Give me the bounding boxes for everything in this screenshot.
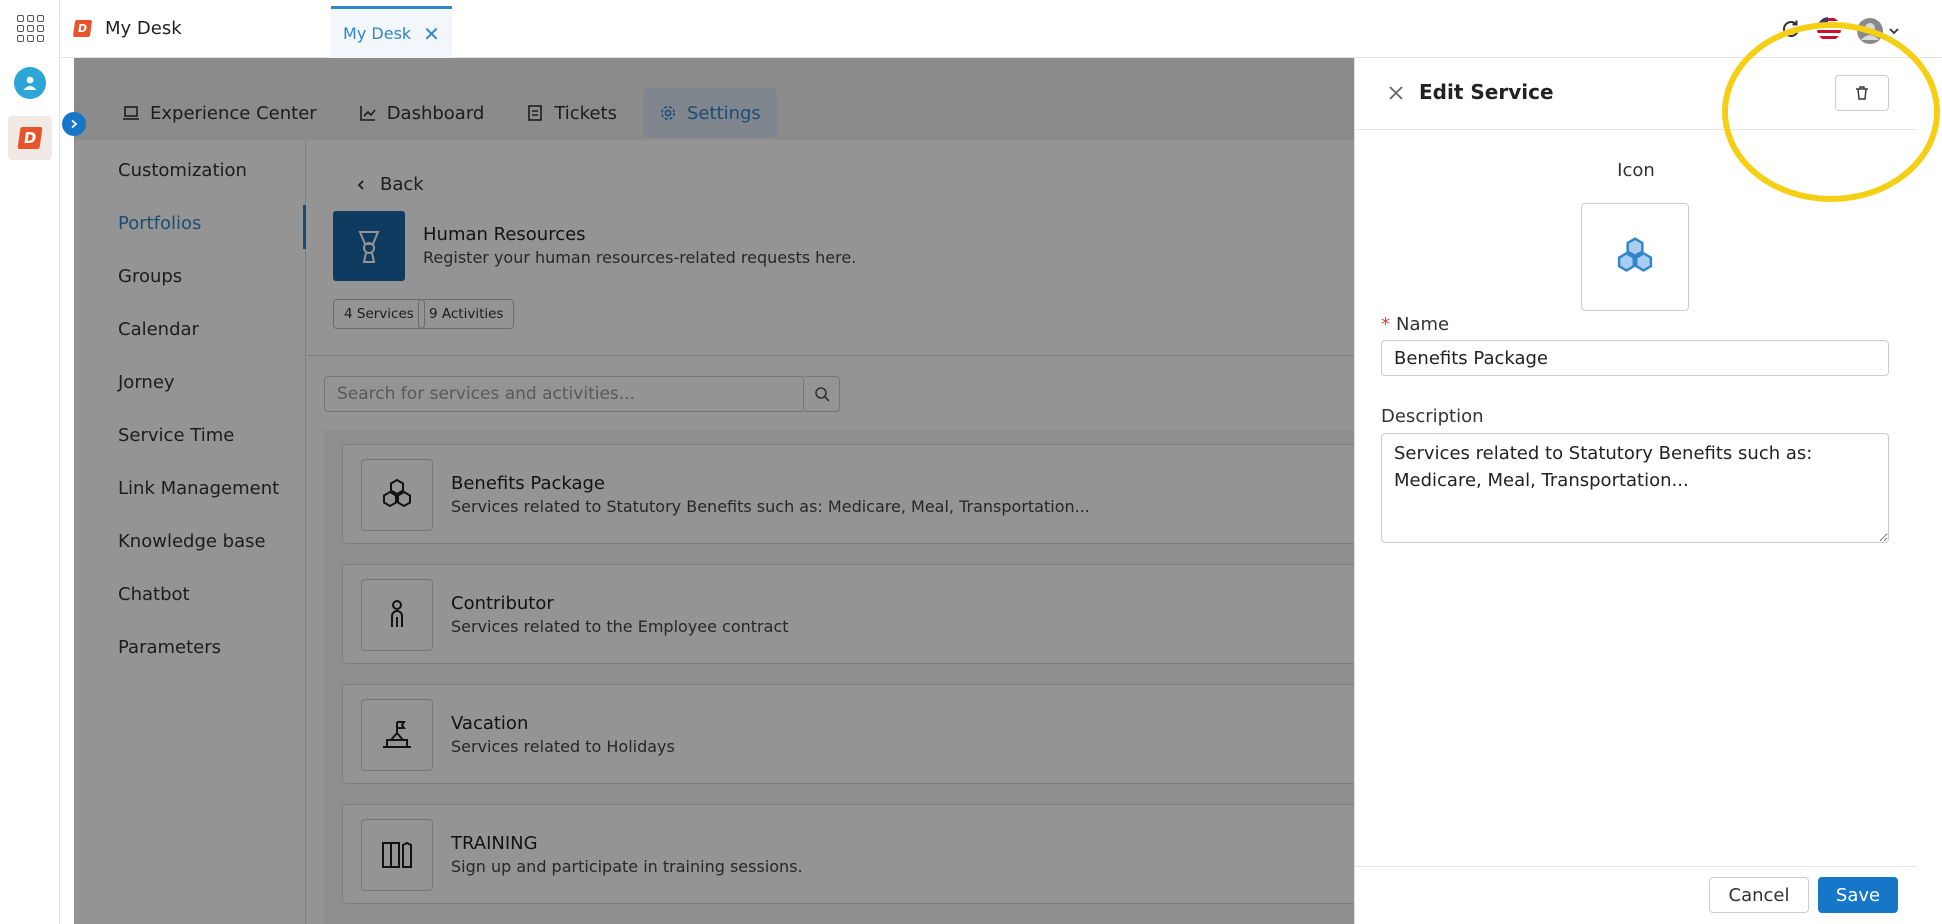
name-label-text: Name <box>1396 314 1450 335</box>
chevron-left-icon <box>357 179 364 190</box>
tab-label: My Desk <box>343 24 412 43</box>
icon-picker[interactable] <box>1581 203 1689 311</box>
edit-service-panel: Edit Service Icon * Name Description Serv… <box>1354 58 1917 924</box>
portfolio-content: Back Human Resources Register your human… <box>306 140 1354 924</box>
close-panel-button[interactable] <box>1383 80 1409 106</box>
tab-label: Tickets <box>554 102 617 124</box>
back-button[interactable]: Back <box>356 174 424 195</box>
refresh-icon[interactable] <box>1780 18 1802 44</box>
portfolio-description: Register your human resources-related re… <box>423 248 857 267</box>
apps-grid-icon[interactable] <box>10 8 50 48</box>
sidebar-item-knowledge-base[interactable]: Knowledge base <box>118 531 266 552</box>
sidebar-item-groups[interactable]: Groups <box>118 266 182 287</box>
app-title: D My Desk <box>72 18 182 39</box>
search-button[interactable] <box>804 376 840 412</box>
trash-icon <box>1856 86 1868 100</box>
beach-flag-icon <box>361 699 433 771</box>
chart-line-icon <box>359 106 376 121</box>
sidebar-item-service-time[interactable]: Service Time <box>118 425 234 446</box>
service-card-training[interactable]: TRAINING Sign up and participate in trai… <box>342 804 1354 904</box>
panel-header: Edit Service <box>1355 58 1917 130</box>
cancel-button[interactable]: Cancel <box>1709 877 1809 913</box>
service-card-contributor[interactable]: Contributor Services related to the Empl… <box>342 564 1354 664</box>
sidebar-item-link-management[interactable]: Link Management <box>118 478 279 499</box>
divider <box>306 355 1354 356</box>
portfolio-icon <box>333 211 405 281</box>
user-profile-button[interactable] <box>10 63 50 103</box>
panel-footer: Cancel Save <box>1355 866 1917 924</box>
portfolio-title: Human Resources <box>423 224 586 245</box>
person-icon <box>361 579 433 651</box>
mydesk-app-button[interactable]: D <box>8 116 52 160</box>
user-icon <box>14 67 46 99</box>
tab-my-desk[interactable]: My Desk ✕ <box>331 6 452 58</box>
account-menu[interactable] <box>1856 17 1900 45</box>
sidebar-item-portfolios[interactable]: Portfolios <box>118 213 201 234</box>
service-name: Benefits Package <box>451 473 606 494</box>
sidebar-item-jorney[interactable]: Jorney <box>118 372 175 393</box>
delete-service-button[interactable] <box>1835 75 1889 111</box>
nav-tabs: Experience Center Dashboard Tickets Sett… <box>106 88 777 138</box>
tab-settings[interactable]: Settings <box>642 88 777 138</box>
mydesk-logo-icon: D <box>17 127 43 149</box>
tab-label: Settings <box>686 102 761 124</box>
hexagons-icon <box>1617 237 1653 272</box>
tab-label: Experience Center <box>150 102 317 124</box>
search-input[interactable] <box>337 377 797 411</box>
service-card-vacation[interactable]: Vacation Services related to Holidays <box>342 684 1354 784</box>
back-label: Back <box>380 174 424 195</box>
service-description: Services related to Statutory Benefits s… <box>451 497 1090 516</box>
sidebar-item-parameters[interactable]: Parameters <box>118 637 221 658</box>
avatar <box>1857 18 1883 44</box>
chevron-right-icon <box>71 119 78 129</box>
search-box <box>324 376 804 412</box>
service-description: Services related to Holidays <box>451 737 675 756</box>
tab-tickets[interactable]: Tickets <box>510 88 633 138</box>
sidebar-item-customization[interactable]: Customization <box>118 160 247 181</box>
top-bar: D My Desk My Desk ✕ <box>60 0 1942 58</box>
settings-sidebar: Customization Portfolios Groups Calendar… <box>74 140 306 924</box>
sidebar-item-chatbot[interactable]: Chatbot <box>118 584 190 605</box>
icon-label: Icon <box>1617 160 1655 181</box>
laptop-icon <box>123 106 139 120</box>
close-icon <box>1389 86 1403 100</box>
hexagons-icon <box>361 459 433 531</box>
main-area: Experience Center Dashboard Tickets Sett… <box>74 58 1354 924</box>
panel-title: Edit Service <box>1419 80 1554 104</box>
us-flag-icon[interactable] <box>1816 16 1842 46</box>
close-tab-icon[interactable]: ✕ <box>423 24 440 44</box>
top-right-tools <box>1780 16 1900 46</box>
save-button[interactable]: Save <box>1818 877 1898 913</box>
service-name: Contributor <box>451 593 554 614</box>
service-card-benefits-package[interactable]: Benefits Package Services related to Sta… <box>342 444 1354 544</box>
services-count-badge: 4 Services <box>333 299 425 329</box>
app-title-label: My Desk <box>105 18 182 39</box>
activities-count-badge: 9 Activities <box>418 299 515 329</box>
tab-dashboard[interactable]: Dashboard <box>343 88 501 138</box>
name-label: * Name <box>1381 314 1449 335</box>
services-list: Benefits Package Services related to Sta… <box>324 430 1354 924</box>
service-description: Sign up and participate in training sess… <box>451 857 803 876</box>
search-icon <box>814 387 830 402</box>
gear-icon <box>660 106 675 120</box>
service-name: TRAINING <box>451 833 538 854</box>
description-field[interactable]: Services related to Statutory Benefits s… <box>1381 433 1889 543</box>
badge-icon <box>358 231 380 263</box>
ticket-icon <box>528 105 543 121</box>
description-label: Description <box>1381 406 1484 427</box>
books-icon <box>361 819 433 891</box>
tab-label: Dashboard <box>386 102 485 124</box>
left-rail: D <box>0 0 60 924</box>
required-marker: * <box>1381 314 1390 335</box>
tab-experience-center[interactable]: Experience Center <box>106 88 333 138</box>
service-description: Services related to the Employee contrac… <box>451 617 789 636</box>
expand-sidebar-button[interactable] <box>62 112 86 136</box>
name-field[interactable] <box>1381 340 1889 376</box>
app-logo-icon: D <box>72 20 93 37</box>
chevron-down-icon <box>1889 28 1899 35</box>
sidebar-item-calendar[interactable]: Calendar <box>118 319 199 340</box>
service-name: Vacation <box>451 713 529 734</box>
